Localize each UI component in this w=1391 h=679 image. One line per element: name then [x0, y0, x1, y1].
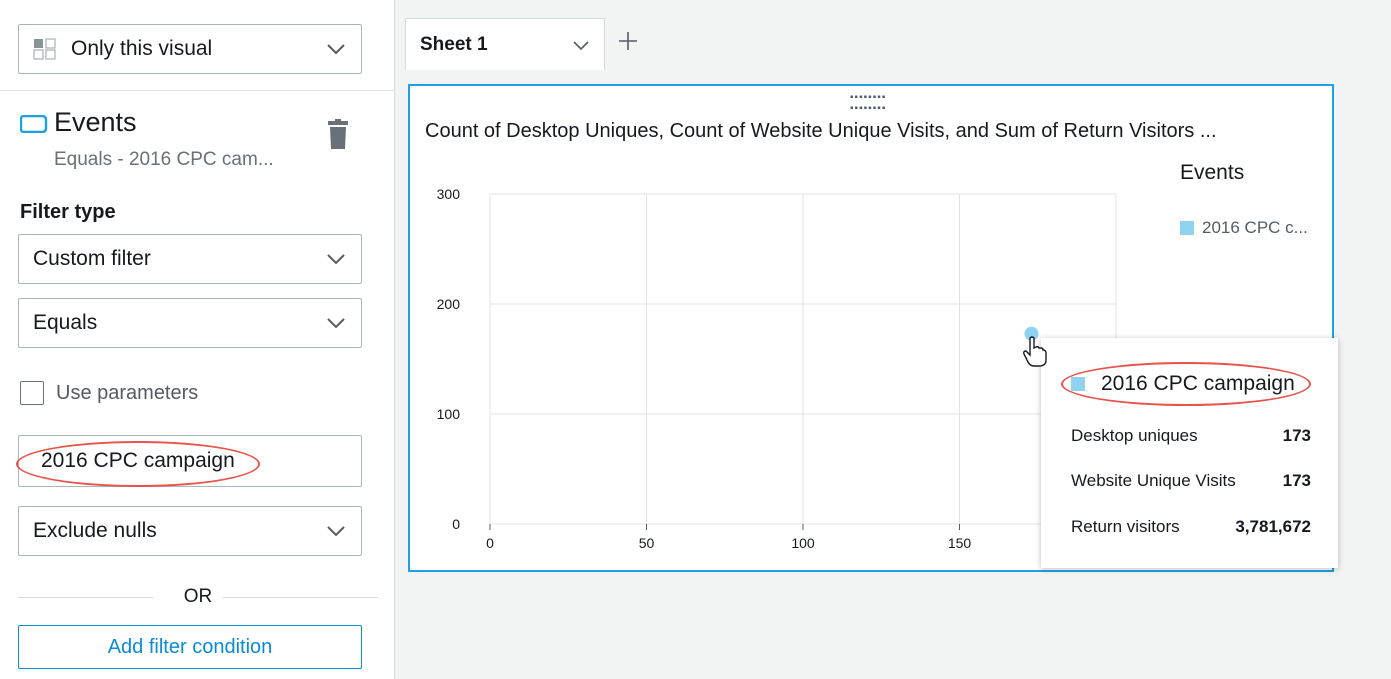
- x-tick-label: 50: [639, 535, 655, 551]
- filter-field-header: Events Equals - 2016 CPC cam...: [20, 107, 370, 187]
- tooltip-row-value: 3,781,672: [1235, 517, 1311, 536]
- y-tick-label: 0: [452, 516, 460, 532]
- or-label: OR: [183, 586, 213, 607]
- y-tick-label: 200: [437, 296, 461, 312]
- use-parameters-row[interactable]: Use parameters: [20, 381, 198, 405]
- legend-item-label: 2016 CPC c...: [1202, 218, 1308, 237]
- filter-type-value: Custom filter: [33, 247, 151, 270]
- null-handling-value: Exclude nulls: [33, 519, 157, 542]
- tooltip-series-name: 2016 CPC campaign: [1101, 372, 1295, 395]
- tooltip-row-label: Desktop uniques: [1071, 426, 1198, 445]
- divider: [0, 90, 395, 91]
- x-tick-label: 0: [486, 535, 494, 551]
- chevron-down-icon: [327, 44, 345, 55]
- null-handling-select[interactable]: Exclude nulls: [18, 506, 362, 556]
- legend-item[interactable]: 2016 CPC c...: [1180, 218, 1308, 238]
- filter-value-text: 2016 CPC campaign: [41, 449, 235, 472]
- chevron-down-icon[interactable]: [572, 36, 590, 54]
- chevron-down-icon: [327, 318, 345, 329]
- use-parameters-checkbox[interactable]: [20, 381, 44, 405]
- sheet-tab-bar: Sheet 1: [395, 0, 1391, 70]
- y-tick-label: 300: [437, 186, 461, 202]
- hand-cursor-icon: [1023, 336, 1047, 367]
- tooltip-row: Desktop uniques 173: [1071, 426, 1311, 446]
- filter-field-name: Events: [54, 107, 137, 137]
- tooltip-row-value: 173: [1282, 426, 1311, 445]
- filter-value-input[interactable]: 2016 CPC campaign: [18, 435, 362, 487]
- filter-type-heading: Filter type: [20, 201, 116, 223]
- add-filter-condition-button[interactable]: Add filter condition: [18, 625, 362, 669]
- tooltip-row: Website Unique Visits 173: [1071, 471, 1311, 491]
- filter-operator-select[interactable]: Equals: [18, 298, 362, 348]
- use-parameters-label: Use parameters: [56, 381, 199, 404]
- data-point-tooltip: 2016 CPC campaign Desktop uniques 173 We…: [1041, 338, 1338, 568]
- x-tick-label: 150: [948, 535, 972, 551]
- tooltip-row-value: 173: [1282, 471, 1311, 490]
- legend-swatch: [1180, 221, 1194, 235]
- x-tick-label: 100: [791, 535, 815, 551]
- filter-scope-select[interactable]: Only this visual: [18, 24, 362, 74]
- legend-title: Events: [1180, 161, 1245, 184]
- tooltip-row: Return visitors 3,781,672: [1071, 517, 1311, 537]
- chevron-down-icon: [327, 526, 345, 537]
- tooltip-row-label: Return visitors: [1071, 517, 1180, 536]
- tooltip-header: 2016 CPC campaign: [1071, 372, 1295, 396]
- dimension-tag-icon: [20, 115, 48, 133]
- tooltip-row-label: Website Unique Visits: [1071, 471, 1236, 490]
- filter-field-summary: Equals - 2016 CPC cam...: [54, 149, 274, 170]
- y-tick-label: 100: [437, 406, 461, 422]
- chevron-down-icon: [327, 254, 345, 265]
- visual-grid-icon: [33, 38, 56, 60]
- add-sheet-icon[interactable]: [617, 30, 639, 52]
- tab-label: Sheet 1: [420, 33, 488, 55]
- tooltip-swatch: [1071, 377, 1085, 391]
- filter-scope-label: Only this visual: [71, 37, 213, 60]
- filter-type-select[interactable]: Custom filter: [18, 234, 362, 284]
- filter-panel: Only this visual Events Equals - 2016 CP…: [0, 0, 395, 679]
- trash-icon[interactable]: [328, 119, 348, 149]
- tab-sheet-1[interactable]: Sheet 1: [405, 18, 605, 70]
- filter-operator-value: Equals: [33, 311, 98, 334]
- or-separator: OR: [18, 586, 378, 610]
